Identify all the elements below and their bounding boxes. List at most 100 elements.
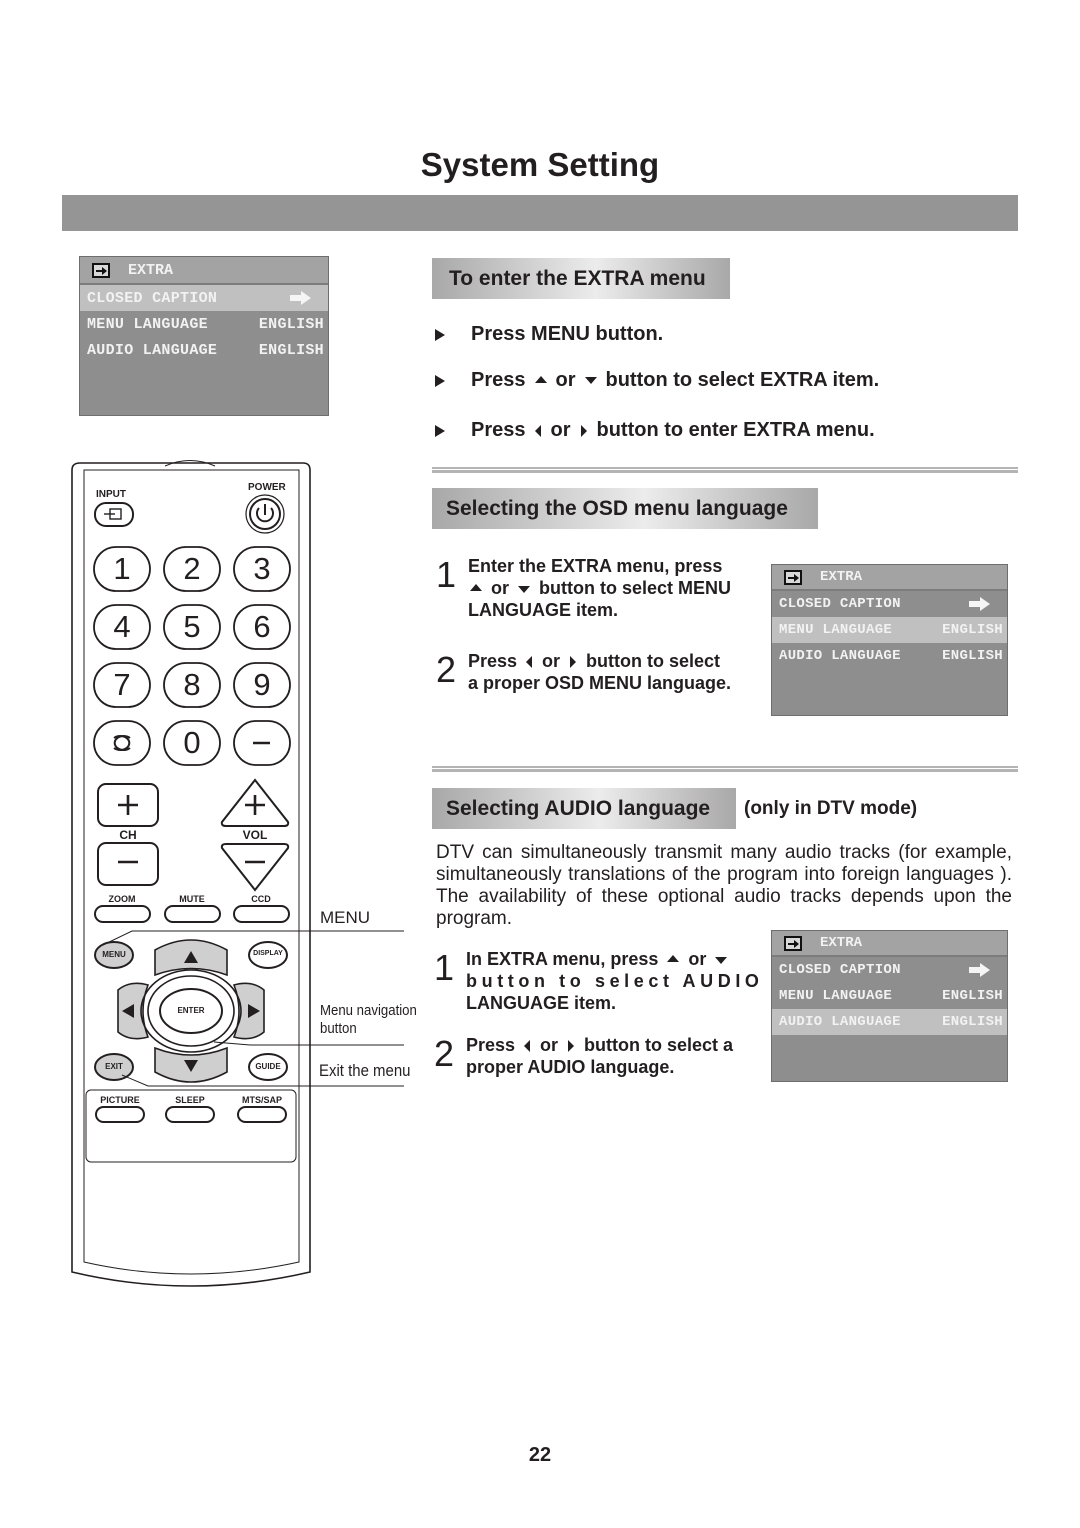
- step-word: button to select a: [584, 1035, 734, 1055]
- right-arrow-icon: [570, 656, 577, 669]
- osd-row-label: CLOSED CAPTION: [779, 596, 901, 612]
- function-buttons-row-1: [94, 905, 290, 923]
- down-arrow-icon: [518, 585, 530, 593]
- callout-menu-navigation: Menu navigation button: [320, 1002, 417, 1038]
- osd-header-title: EXTRA: [820, 935, 863, 951]
- extra-icon: [784, 569, 802, 585]
- osd-menu-extra-audio-language: EXTRA CLOSED CAPTION MENU LANGUAGE ENGLI…: [771, 930, 1008, 1082]
- osd-row-label: AUDIO LANGUAGE: [779, 648, 901, 664]
- digit-8: 8: [183, 667, 201, 702]
- bullet-text: or: [550, 419, 571, 441]
- osd-row-audio-language: AUDIO LANGUAGE ENGLISH: [772, 643, 1007, 669]
- digit-6: 6: [253, 609, 271, 644]
- step-line: Enter the EXTRA menu, press: [468, 556, 723, 576]
- step-word: button to select: [586, 651, 721, 671]
- osd-row-menu-language: MENU LANGUAGE ENGLISH: [772, 617, 1007, 643]
- vol-label: VOL: [242, 828, 268, 842]
- page-number: 22: [528, 1444, 552, 1466]
- right-arrow-icon: [568, 1040, 575, 1053]
- exit-button-label: EXIT: [105, 1062, 123, 1071]
- step-number: 2: [434, 1033, 455, 1074]
- step-line: In EXTRA menu, press or: [466, 948, 764, 970]
- step-line: Press or button to select: [468, 650, 731, 672]
- step-number: 1: [436, 554, 457, 595]
- digit-4: 4: [113, 609, 131, 644]
- step-word: or: [542, 651, 561, 671]
- step-text: In EXTRA menu, press or button to select …: [466, 948, 764, 1014]
- step-number: 1: [434, 947, 455, 988]
- osd-row-label: MENU LANGUAGE: [779, 988, 893, 1004]
- ccd-label: CCD: [251, 894, 271, 904]
- osd-menu-extra-menu-language: EXTRA CLOSED CAPTION MENU LANGUAGE ENGLI…: [771, 564, 1008, 716]
- step-word: or: [491, 578, 509, 598]
- step-word: or: [688, 949, 707, 969]
- bullet-text: button to enter EXTRA menu.: [596, 419, 875, 441]
- guide-button-label: GUIDE: [255, 1062, 281, 1071]
- step-word: button to select MENU: [539, 578, 731, 598]
- right-arrow-icon: [969, 597, 991, 611]
- dtv-mode-note: (only in DTV mode): [744, 798, 918, 819]
- menu-button-label: MENU: [102, 950, 126, 959]
- callout-exit-menu: Exit the menu: [319, 1061, 411, 1080]
- osd-row-closed-caption: CLOSED CAPTION: [772, 957, 1007, 983]
- osd-row-menu-language: MENU LANGUAGE ENGLISH: [772, 983, 1007, 1009]
- down-arrow-icon: [584, 377, 597, 384]
- step-line: LANGUAGE item.: [468, 600, 619, 620]
- digit-2: 2: [183, 551, 201, 586]
- display-button-label: DISPLAY: [253, 950, 283, 957]
- recall-icon: [113, 735, 131, 751]
- osd-header-title: EXTRA: [820, 569, 863, 585]
- osd-row-label: AUDIO LANGUAGE: [779, 1014, 901, 1030]
- osd-row-value: ENGLISH: [942, 648, 1003, 664]
- bullet-text: or: [555, 369, 576, 391]
- numbered-step: 1 In EXTRA menu, press or button to selec…: [434, 948, 770, 1014]
- remote-control-illustration: [71, 460, 404, 1287]
- bullet-step: Press or button to enter EXTRA menu.: [435, 419, 875, 442]
- ch-down-button: [97, 842, 159, 886]
- osd-header: EXTRA: [772, 565, 1007, 591]
- section-heading-osd-language: Selecting the OSD menu language: [432, 488, 818, 529]
- osd-row-value: ENGLISH: [942, 622, 1003, 638]
- mts-sap-label: MTS/SAP: [241, 1095, 282, 1105]
- numbered-step: 2 Press or button to select a proper OSD M…: [436, 650, 756, 694]
- callout-line: button: [320, 1020, 357, 1037]
- bullet-text: Press MENU button.: [471, 323, 664, 345]
- step-word: or: [540, 1035, 559, 1055]
- bullet-text: button to select EXTRA item.: [605, 369, 880, 391]
- section-divider: [432, 467, 1018, 473]
- sleep-label: SLEEP: [175, 1095, 205, 1105]
- step-line: Press or button to select a: [466, 1034, 733, 1056]
- step-text: Enter the EXTRA menu, press or button to …: [468, 555, 731, 621]
- step-word: Press: [466, 1035, 516, 1055]
- osd-row-audio-language: AUDIO LANGUAGE ENGLISH: [772, 1009, 1007, 1035]
- picture-label: PICTURE: [100, 1095, 140, 1105]
- vol-down-button: [220, 843, 290, 892]
- bullet-text: Press: [471, 369, 526, 391]
- step-line: a proper OSD MENU language.: [468, 673, 732, 693]
- enter-button-label: ENTER: [177, 1006, 205, 1015]
- callout-line: Menu navigation: [320, 1002, 417, 1019]
- digit-0: 0: [183, 725, 201, 760]
- numbered-step: 2 Press or button to select a proper AUDIO…: [434, 1034, 770, 1078]
- left-arrow-icon: [534, 424, 541, 437]
- digit-7: 7: [113, 667, 131, 702]
- digit-1: 1: [113, 551, 131, 586]
- step-number: 2: [436, 649, 457, 690]
- up-arrow-icon: [534, 375, 547, 383]
- numbered-step: 1 Enter the EXTRA menu, press or button t…: [436, 555, 756, 621]
- left-arrow-icon: [524, 1040, 531, 1053]
- bullet-text: Press: [471, 419, 526, 441]
- step-word: In EXTRA menu, press: [466, 949, 659, 969]
- osd-row-value: ENGLISH: [942, 1014, 1003, 1030]
- osd-row-value: ENGLISH: [942, 988, 1003, 1004]
- digit-5: 5: [183, 609, 201, 644]
- step-text: Press or button to select a proper AUDIO l…: [466, 1034, 733, 1078]
- step-word: Press: [468, 651, 518, 671]
- osd-header: EXTRA: [772, 931, 1007, 957]
- digit-9: 9: [253, 667, 271, 702]
- bullet-step: Press MENU button.: [435, 323, 663, 346]
- input-label: INPUT: [96, 489, 126, 500]
- right-arrow-icon: [580, 424, 587, 437]
- bullet-triangle-icon: [435, 374, 445, 387]
- right-arrow-icon: [969, 963, 991, 977]
